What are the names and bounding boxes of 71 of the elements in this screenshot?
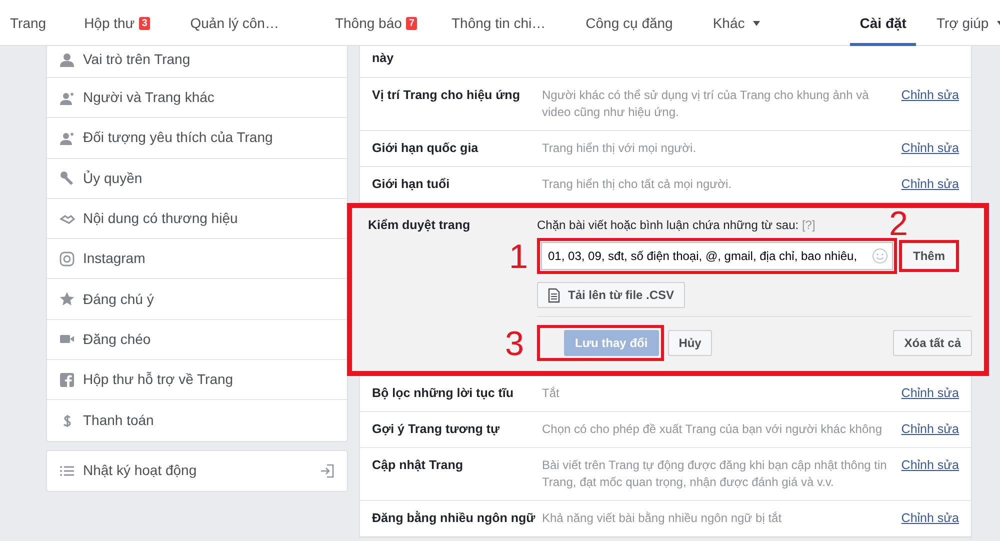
square-logo-icon	[59, 372, 75, 388]
star-icon	[59, 291, 75, 308]
sidebar-label: Đăng chéo	[83, 330, 151, 349]
setting-label: này	[372, 50, 395, 67]
setting-value: Chọn có cho phép đề xuất Trang của bạn với người khác không	[542, 421, 883, 438]
clear-all-button[interactable]: Xóa tất cả	[893, 330, 972, 356]
setting-value: Trang hiển thị với mọi người.	[542, 140, 698, 157]
setting-label: Vị trí Trang cho hiệu ứng	[372, 87, 521, 104]
nav-tab[interactable]: Khác	[702, 0, 770, 46]
annotation-number: 2	[889, 209, 908, 239]
prompt-text: Chặn bài viết hoặc bình luận chứa những từ sau:	[537, 218, 799, 232]
nav-tab[interactable]: Cài đặt	[850, 0, 916, 46]
edit-link[interactable]: Chỉnh sửa	[901, 510, 959, 527]
add-button[interactable]: Thêm	[903, 244, 956, 268]
sidebar-item[interactable]: Nội dung có thương hiệu	[47, 198, 347, 240]
edit-link[interactable]: Chỉnh sửa	[901, 385, 959, 402]
setting-label: Giới hạn quốc gia	[372, 140, 480, 157]
edit-link[interactable]: Chỉnh sửa	[901, 176, 959, 193]
nav-tab[interactable]: Công cụ đăng	[576, 0, 683, 46]
setting-label: Đăng bằng nhiều ngôn ngữ	[372, 510, 536, 527]
sidebar-label: Ủy quyền	[83, 168, 142, 188]
edit-link[interactable]: Chỉnh sửa	[901, 457, 959, 491]
sidebar-label: Người và Trang khác	[83, 88, 214, 108]
setting-value: Khả năng viết bài bằng nhiều ngôn ngữ bị tắt	[542, 510, 783, 527]
sidebar-label: Hộp thư hỗ trợ về Trang	[83, 370, 234, 390]
count-badge: 7	[406, 16, 418, 30]
edit-link[interactable]: Chỉnh sửa	[901, 421, 959, 438]
sidebar-item[interactable]: Đăng chéo	[47, 320, 347, 360]
activity-log-item[interactable]: Nhật ký hoạt động	[47, 450, 347, 491]
upload-csv-button[interactable]: Tải lên từ file .CSV	[537, 282, 686, 308]
setting-value: Tắt	[542, 385, 560, 402]
setting-label: Kiểm duyệt trang	[368, 217, 472, 234]
annotation-number: 1	[509, 242, 528, 272]
sidebar-label: Đối tượng yêu thích của Trang	[83, 128, 273, 148]
sidebar-label: Vai trò trên Trang	[83, 50, 190, 69]
setting-label: Giới hạn tuổi	[372, 176, 451, 193]
setting-value: Người khác có thể sử dụng vị trí của Trang cho khung ảnh và video cũng như hiệu ứng.	[542, 87, 870, 121]
smiley-icon	[872, 248, 888, 264]
setting-label: Gợi ý Trang tương tự	[372, 421, 501, 438]
setting-value: Bài viết trên Trang tự động được đăng khi bạn cập nhật thông tin Trang, đạt mốc quan trọng, nhận được đánh giá và v.v.	[542, 457, 888, 491]
sidebar-item[interactable]: Vai trò trên Trang	[47, 42, 347, 78]
count-badge: 3	[138, 16, 150, 30]
setting-label: Bộ lọc những lời tục tĩu	[372, 385, 515, 402]
sidebar-item[interactable]: Đối tượng yêu thích của Trang	[47, 118, 347, 159]
sidebar-label: Instagram	[83, 249, 146, 268]
wrench-icon	[59, 170, 75, 186]
person-star-icon	[59, 90, 75, 106]
setting-value: Trang hiển thị cho tất cả mọi người.	[542, 176, 733, 193]
setting-label: Cập nhật Trang	[372, 457, 464, 474]
person-icon	[59, 52, 75, 68]
edit-link[interactable]: Chỉnh sửa	[901, 87, 959, 121]
activity-log-label: Nhật ký hoạt động	[83, 461, 198, 480]
sign-in-icon	[319, 462, 335, 479]
sidebar-item[interactable]: Ủy quyền	[47, 158, 347, 199]
cancel-button[interactable]: Hủy	[668, 330, 712, 356]
sidebar-label: Thanh toán	[83, 411, 154, 430]
nav-tab[interactable]: Trợ giúp	[926, 0, 1000, 46]
camera-icon	[59, 250, 75, 267]
sidebar-item[interactable]: Người và Trang khác	[47, 78, 347, 118]
sidebar-item[interactable]: Đáng chú ý	[47, 279, 347, 320]
sidebar-item[interactable]: Thanh toán	[47, 400, 347, 441]
edit-link[interactable]: Chỉnh sửa	[901, 140, 959, 157]
annotation-number: 3	[505, 329, 524, 359]
keyword-field[interactable]: 01, 03, 09, sđt, số điện thoại, @, gmail, địa chỉ, bao nhiêu,	[541, 242, 893, 270]
sidebar-label: Đáng chú ý	[83, 290, 154, 309]
sidebar-label: Nội dung có thương hiệu	[83, 209, 238, 228]
nav-tab[interactable]: Thông tin chi…	[441, 0, 556, 46]
sidebar-item[interactable]: Instagram	[47, 239, 347, 280]
person-star-icon	[59, 130, 75, 146]
document-icon	[548, 288, 560, 302]
sidebar-item[interactable]: Hộp thư hỗ trợ về Trang	[47, 360, 347, 400]
